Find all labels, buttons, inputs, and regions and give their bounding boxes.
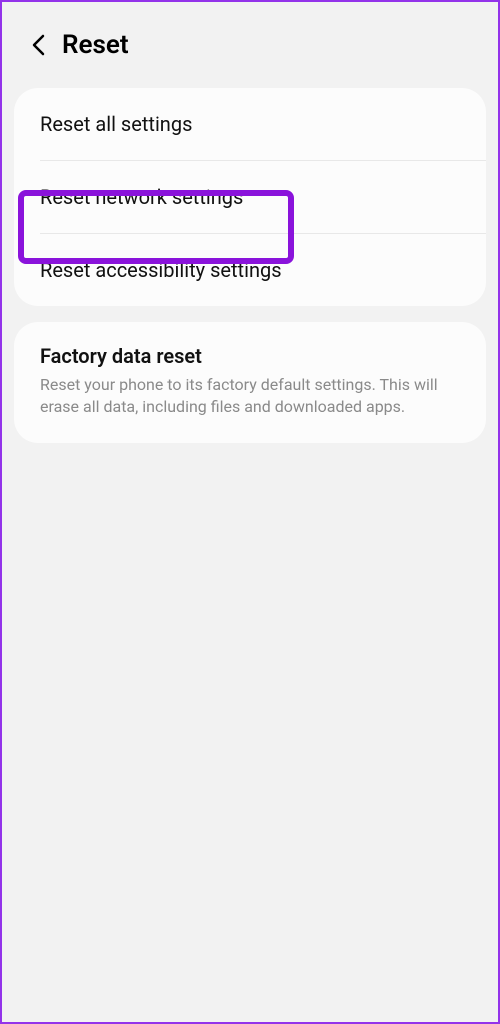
reset-all-settings-item[interactable]: Reset all settings xyxy=(14,88,486,160)
reset-network-settings-item[interactable]: Reset network settings xyxy=(14,161,486,233)
header: Reset xyxy=(2,2,498,80)
reset-accessibility-settings-item[interactable]: Reset accessibility settings xyxy=(14,234,486,306)
page-title: Reset xyxy=(62,30,129,60)
list-item-label: Reset network settings xyxy=(40,185,243,209)
back-icon[interactable] xyxy=(26,33,50,57)
list-item-description: Reset your phone to its factory default … xyxy=(40,374,460,419)
list-item-title: Factory data reset xyxy=(40,344,460,368)
list-item-label: Reset all settings xyxy=(40,112,192,136)
list-item-label: Reset accessibility settings xyxy=(40,258,282,282)
factory-data-reset-item[interactable]: Factory data reset Reset your phone to i… xyxy=(14,322,486,443)
settings-group-1: Reset all settings Reset network setting… xyxy=(14,88,486,306)
settings-group-2: Factory data reset Reset your phone to i… xyxy=(14,322,486,443)
